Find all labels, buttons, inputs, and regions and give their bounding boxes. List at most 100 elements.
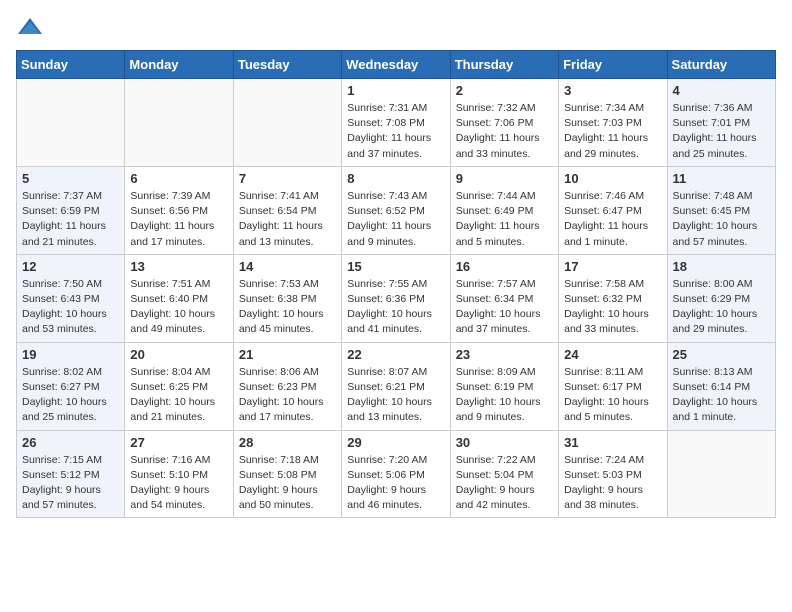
day-number: 1	[347, 83, 444, 98]
weekday-header-friday: Friday	[559, 51, 667, 79]
logo	[16, 16, 48, 38]
day-number: 23	[456, 347, 553, 362]
calendar-day-1: 1 Sunrise: 7:31 AM Sunset: 7:08 PM Daylig…	[342, 79, 450, 167]
calendar-week-row: 1 Sunrise: 7:31 AM Sunset: 7:08 PM Daylig…	[17, 79, 776, 167]
calendar-day-15: 15 Sunrise: 7:55 AM Sunset: 6:36 PM Dayli…	[342, 254, 450, 342]
day-number: 27	[130, 435, 227, 450]
day-number: 2	[456, 83, 553, 98]
calendar-day-11: 11Sunrise: 7:48 AM Sunset: 6:45 PM Dayli…	[667, 166, 775, 254]
day-number: 13	[130, 259, 227, 274]
calendar-day-14: 14 Sunrise: 7:53 AM Sunset: 6:38 PM Dayli…	[233, 254, 341, 342]
calendar-day-19: 19 Sunrise: 8:02 AM Sunset: 6:27 PM Dayli…	[17, 342, 125, 430]
calendar-day-empty	[17, 79, 125, 167]
calendar-day-empty	[125, 79, 233, 167]
calendar-day-8: 8 Sunrise: 7:43 AM Sunset: 6:52 PM Daylig…	[342, 166, 450, 254]
day-number: 30	[456, 435, 553, 450]
day-info: Sunrise: 7:43 AM Sunset: 6:52 PM Dayligh…	[347, 189, 444, 250]
calendar-day-16: 16 Sunrise: 7:57 AM Sunset: 6:34 PM Dayli…	[450, 254, 558, 342]
day-info: Sunrise: 8:06 AM Sunset: 6:23 PM Dayligh…	[239, 365, 336, 426]
day-info: Sunrise: 7:55 AM Sunset: 6:36 PM Dayligh…	[347, 277, 444, 338]
day-info: Sunrise: 7:31 AM Sunset: 7:08 PM Dayligh…	[347, 101, 444, 162]
day-number: 5	[22, 171, 119, 186]
day-number: 9	[456, 171, 553, 186]
calendar-day-3: 3 Sunrise: 7:34 AM Sunset: 7:03 PM Daylig…	[559, 79, 667, 167]
day-number: 3	[564, 83, 661, 98]
calendar-week-row: 19 Sunrise: 8:02 AM Sunset: 6:27 PM Dayli…	[17, 342, 776, 430]
day-number: 12	[22, 259, 119, 274]
calendar-day-13: 13Sunrise: 7:51 AM Sunset: 6:40 PM Dayli…	[125, 254, 233, 342]
day-info: Sunrise: 7:37 AM Sunset: 6:59 PM Dayligh…	[22, 189, 119, 250]
day-info: Sunrise: 7:39 AM Sunset: 6:56 PM Dayligh…	[130, 189, 227, 250]
day-number: 14	[239, 259, 336, 274]
day-number: 19	[22, 347, 119, 362]
calendar-day-12: 12 Sunrise: 7:50 AM Sunset: 6:43 PM Dayli…	[17, 254, 125, 342]
calendar-day-18: 18 Sunrise: 8:00 AM Sunset: 6:29 PM Dayli…	[667, 254, 775, 342]
calendar-day-5: 5 Sunrise: 7:37 AM Sunset: 6:59 PM Daylig…	[17, 166, 125, 254]
calendar-day-6: 6 Sunrise: 7:39 AM Sunset: 6:56 PM Daylig…	[125, 166, 233, 254]
day-info: Sunrise: 7:44 AM Sunset: 6:49 PM Dayligh…	[456, 189, 553, 250]
calendar-week-row: 5 Sunrise: 7:37 AM Sunset: 6:59 PM Daylig…	[17, 166, 776, 254]
day-info: Sunrise: 7:20 AM Sunset: 5:06 PM Dayligh…	[347, 453, 444, 514]
day-info: Sunrise: 7:16 AM Sunset: 5:10 PM Dayligh…	[130, 453, 227, 514]
calendar-day-28: 28 Sunrise: 7:18 AM Sunset: 5:08 PM Dayli…	[233, 430, 341, 518]
calendar-day-30: 30Sunrise: 7:22 AM Sunset: 5:04 PM Dayli…	[450, 430, 558, 518]
calendar-day-23: 23 Sunrise: 8:09 AM Sunset: 6:19 PM Dayli…	[450, 342, 558, 430]
day-number: 15	[347, 259, 444, 274]
calendar-day-29: 29 Sunrise: 7:20 AM Sunset: 5:06 PM Dayli…	[342, 430, 450, 518]
day-info: Sunrise: 8:07 AM Sunset: 6:21 PM Dayligh…	[347, 365, 444, 426]
weekday-header-monday: Monday	[125, 51, 233, 79]
day-info: Sunrise: 8:04 AM Sunset: 6:25 PM Dayligh…	[130, 365, 227, 426]
logo-icon	[16, 16, 44, 38]
day-info: Sunrise: 7:41 AM Sunset: 6:54 PM Dayligh…	[239, 189, 336, 250]
day-number: 8	[347, 171, 444, 186]
day-info: Sunrise: 7:15 AM Sunset: 5:12 PM Dayligh…	[22, 453, 119, 514]
day-number: 18	[673, 259, 770, 274]
calendar-week-row: 12 Sunrise: 7:50 AM Sunset: 6:43 PM Dayli…	[17, 254, 776, 342]
day-info: Sunrise: 7:46 AM Sunset: 6:47 PM Dayligh…	[564, 189, 661, 250]
day-number: 10	[564, 171, 661, 186]
weekday-header-sunday: Sunday	[17, 51, 125, 79]
day-info: Sunrise: 7:58 AM Sunset: 6:32 PM Dayligh…	[564, 277, 661, 338]
day-info: Sunrise: 7:50 AM Sunset: 6:43 PM Dayligh…	[22, 277, 119, 338]
day-info: Sunrise: 7:34 AM Sunset: 7:03 PM Dayligh…	[564, 101, 661, 162]
calendar-day-17: 17Sunrise: 7:58 AM Sunset: 6:32 PM Dayli…	[559, 254, 667, 342]
calendar-day-empty	[233, 79, 341, 167]
weekday-header-wednesday: Wednesday	[342, 51, 450, 79]
calendar-day-20: 20 Sunrise: 8:04 AM Sunset: 6:25 PM Dayli…	[125, 342, 233, 430]
day-number: 20	[130, 347, 227, 362]
page-header	[16, 16, 776, 38]
day-info: Sunrise: 7:24 AM Sunset: 5:03 PM Dayligh…	[564, 453, 661, 514]
day-number: 22	[347, 347, 444, 362]
day-info: Sunrise: 7:32 AM Sunset: 7:06 PM Dayligh…	[456, 101, 553, 162]
day-info: Sunrise: 7:57 AM Sunset: 6:34 PM Dayligh…	[456, 277, 553, 338]
weekday-header-saturday: Saturday	[667, 51, 775, 79]
day-number: 6	[130, 171, 227, 186]
calendar-day-27: 27 Sunrise: 7:16 AM Sunset: 5:10 PM Dayli…	[125, 430, 233, 518]
day-number: 26	[22, 435, 119, 450]
calendar-day-9: 9 Sunrise: 7:44 AM Sunset: 6:49 PM Daylig…	[450, 166, 558, 254]
weekday-header-tuesday: Tuesday	[233, 51, 341, 79]
day-info: Sunrise: 8:09 AM Sunset: 6:19 PM Dayligh…	[456, 365, 553, 426]
calendar-day-2: 2 Sunrise: 7:32 AM Sunset: 7:06 PM Daylig…	[450, 79, 558, 167]
day-number: 28	[239, 435, 336, 450]
calendar-day-26: 26 Sunrise: 7:15 AM Sunset: 5:12 PM Dayli…	[17, 430, 125, 518]
day-info: Sunrise: 7:18 AM Sunset: 5:08 PM Dayligh…	[239, 453, 336, 514]
day-info: Sunrise: 8:13 AM Sunset: 6:14 PM Dayligh…	[673, 365, 770, 426]
calendar-day-21: 21 Sunrise: 8:06 AM Sunset: 6:23 PM Dayli…	[233, 342, 341, 430]
day-info: Sunrise: 8:02 AM Sunset: 6:27 PM Dayligh…	[22, 365, 119, 426]
day-number: 29	[347, 435, 444, 450]
day-number: 11	[673, 171, 770, 186]
day-info: Sunrise: 7:53 AM Sunset: 6:38 PM Dayligh…	[239, 277, 336, 338]
calendar-week-row: 26 Sunrise: 7:15 AM Sunset: 5:12 PM Dayli…	[17, 430, 776, 518]
day-info: Sunrise: 8:00 AM Sunset: 6:29 PM Dayligh…	[673, 277, 770, 338]
day-number: 16	[456, 259, 553, 274]
day-number: 24	[564, 347, 661, 362]
calendar-day-25: 25Sunrise: 8:13 AM Sunset: 6:14 PM Dayli…	[667, 342, 775, 430]
calendar-day-10: 10 Sunrise: 7:46 AM Sunset: 6:47 PM Dayli…	[559, 166, 667, 254]
weekday-header-row: SundayMondayTuesdayWednesdayThursdayFrid…	[17, 51, 776, 79]
day-number: 7	[239, 171, 336, 186]
weekday-header-thursday: Thursday	[450, 51, 558, 79]
day-number: 31	[564, 435, 661, 450]
day-number: 21	[239, 347, 336, 362]
calendar-table: SundayMondayTuesdayWednesdayThursdayFrid…	[16, 50, 776, 518]
